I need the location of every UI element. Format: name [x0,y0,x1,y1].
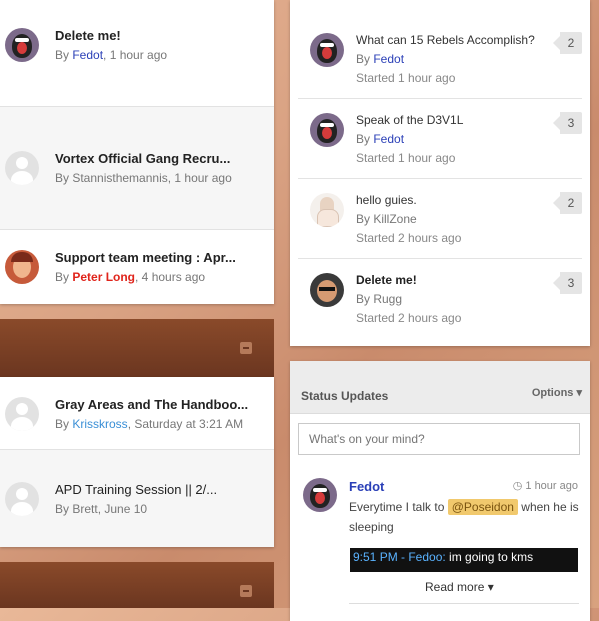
topic-row[interactable]: hello guies. By KillZone Started 2 hours… [298,179,582,259]
topic-started: Started 1 hour ago [356,151,456,165]
status-updates-panel: Status Updates Options ▾ Fedot ◷ 1 hour … [290,361,590,621]
man-avatar[interactable] [310,273,344,307]
topic-time: , 1 hour ago [103,48,168,62]
author-link[interactable]: Brett [72,502,97,516]
by-label: By [55,270,73,284]
topic-meta: By Brett, June 10 [55,502,147,516]
default-avatar[interactable] [5,151,39,185]
topic-time: , Saturday at 3:21 AM [127,417,244,431]
topic-title[interactable]: Delete me! [55,28,121,43]
topic-time: , June 10 [97,502,148,516]
by-label: By [356,132,374,146]
topic-author: By KillZone [356,212,417,226]
face-avatar[interactable] [5,250,39,284]
topic-title[interactable]: Speak of the D3V1L [356,113,463,127]
author-link[interactable]: Fedot [373,52,404,66]
category-header [0,319,274,377]
default-avatar[interactable] [5,397,39,431]
by-label: By [55,48,73,62]
read-more-label: Read more [425,580,485,594]
penguin-avatar[interactable] [310,113,344,147]
author-link[interactable]: Stannisthemannis [72,171,167,185]
mention-link[interactable]: @Poseidon [447,499,518,515]
topic-row[interactable]: Delete me! By Rugg Started 2 hours ago 3 [298,259,582,339]
topic-author: By Fedot [356,132,404,146]
clock-icon: ◷ [512,480,526,492]
topic-time: , 1 hour ago [167,171,232,185]
author-link[interactable]: Fedot [72,48,103,62]
status-header: Status Updates Options ▾ [290,361,590,414]
status-title: Status Updates [301,389,389,403]
author-link[interactable]: Fedot [373,132,404,146]
chat-text: im going to kms [445,550,534,564]
collapse-icon[interactable] [240,585,252,597]
divider [349,603,579,604]
options-menu[interactable]: Options ▾ [532,386,582,399]
author-link[interactable]: Krisskross [72,417,127,431]
topic-started: Started 1 hour ago [356,71,456,85]
topic-started: Started 2 hours ago [356,231,462,245]
by-label: By [356,292,374,306]
default-avatar[interactable] [5,482,39,516]
category-header [0,562,274,608]
read-more-button[interactable]: Read more ▾ [425,580,494,594]
topic-author: By Fedot [356,52,404,66]
chat-time: 9:51 PM - Fedoo: [353,550,446,564]
topic-title[interactable]: Delete me! [356,273,417,287]
status-input[interactable] [298,423,580,455]
penguin-avatar[interactable] [5,28,39,62]
topic-meta: By Fedot, 1 hour ago [55,48,167,62]
topic-title[interactable]: What can 15 Rebels Accomplish? [356,33,535,47]
status-author[interactable]: Fedot [349,479,384,494]
collapse-icon[interactable] [240,342,252,354]
topic-meta: By Peter Long, 4 hours ago [55,270,205,284]
topic-row[interactable]: Speak of the D3V1L By Fedot Started 1 ho… [298,99,582,179]
recent-topics-panel: What can 15 Rebels Accomplish? By Fedot … [290,0,590,346]
by-label: By [55,417,73,431]
topic-row[interactable]: APD Training Session || 2/... By Brett, … [0,450,274,547]
penguin-avatar[interactable] [310,33,344,67]
topic-title[interactable]: APD Training Session || 2/... [55,482,217,497]
reply-count-badge: 2 [553,32,582,54]
by-label: By [356,212,374,226]
topic-meta: By Stannisthemannis, 1 hour ago [55,171,232,185]
status-time-text: 1 hour ago [525,480,578,492]
reply-count-badge: 2 [553,192,582,214]
penguin-avatar[interactable] [303,478,337,512]
topic-row[interactable]: Delete me! By Fedot, 1 hour ago [0,0,274,106]
status-text-before: Everytime I talk to [349,500,448,514]
by-label: By [55,502,73,516]
topic-title[interactable]: hello guies. [356,193,417,207]
girl-avatar[interactable] [310,193,344,227]
author-link[interactable]: KillZone [373,212,416,226]
reply-count-badge: 3 [553,272,582,294]
by-label: By [356,52,374,66]
status-time: ◷ 1 hour ago [513,479,578,492]
topic-row[interactable]: What can 15 Rebels Accomplish? By Fedot … [298,19,582,99]
topic-meta: By Krisskross, Saturday at 3:21 AM [55,417,243,431]
topic-title[interactable]: Gray Areas and The Handboo... [55,397,248,412]
chat-log-image: 9:51 PM - Fedoo: im going to kms [350,548,578,572]
author-link[interactable]: Rugg [373,292,402,306]
by-label: By [55,171,73,185]
topic-title[interactable]: Support team meeting : Apr... [55,250,236,265]
topic-row[interactable]: Gray Areas and The Handboo... By Krisskr… [0,377,274,449]
forum-block-2: Gray Areas and The Handboo... By Krisskr… [0,377,274,547]
caret-down-icon: ▾ [487,580,494,594]
author-link[interactable]: Peter Long [72,270,135,284]
status-text: Everytime I talk to @Poseidon when he is… [349,497,584,537]
topic-title[interactable]: Vortex Official Gang Recru... [55,151,230,166]
topic-row[interactable]: Vortex Official Gang Recru... By Stannis… [0,107,274,229]
reply-count-badge: 3 [553,112,582,134]
topic-author: By Rugg [356,292,402,306]
topic-time: , 4 hours ago [135,270,206,284]
topic-started: Started 2 hours ago [356,311,462,325]
topic-row[interactable]: Support team meeting : Apr... By Peter L… [0,230,274,304]
forum-block-1: Delete me! By Fedot, 1 hour ago Vortex O… [0,0,274,304]
